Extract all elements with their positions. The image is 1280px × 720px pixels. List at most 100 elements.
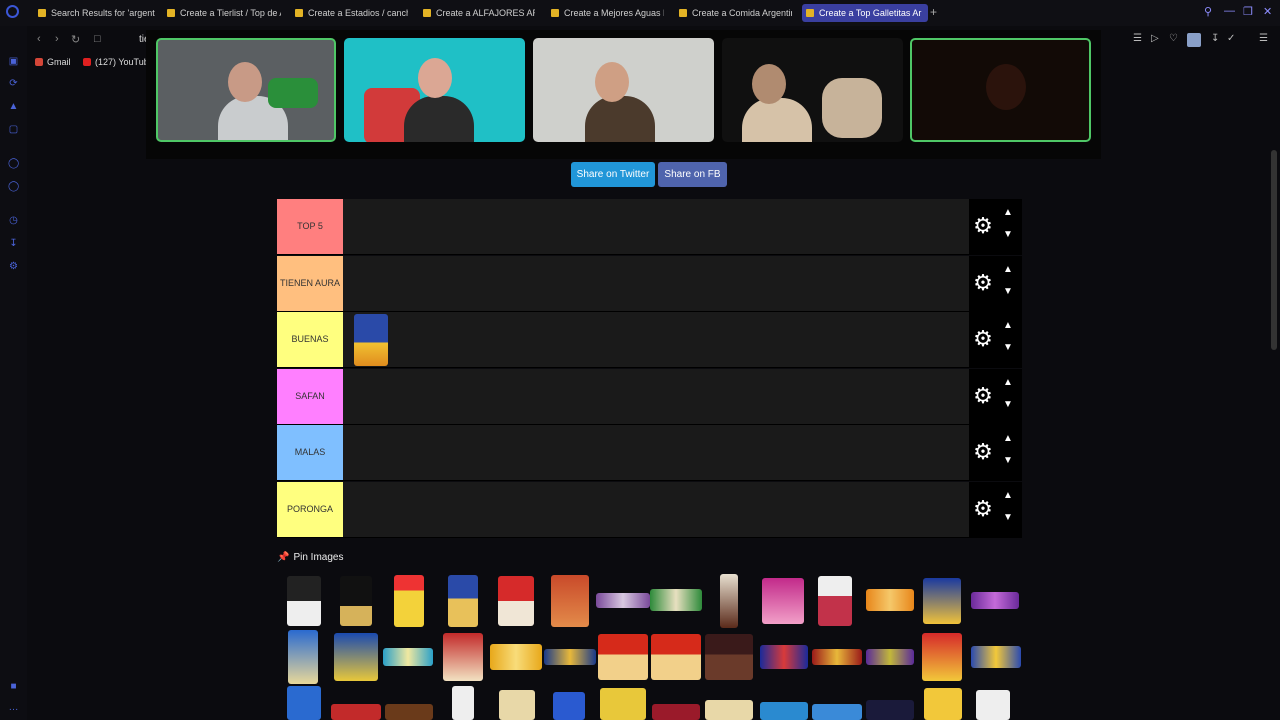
cookie-item[interactable] bbox=[385, 704, 433, 720]
cookie-item[interactable] bbox=[383, 648, 433, 666]
cookie-item[interactable] bbox=[924, 688, 962, 720]
tab-galletitas-active[interactable]: Create a Top Galletitas Ar bbox=[802, 4, 928, 22]
cookie-item[interactable] bbox=[287, 686, 321, 720]
tier-label[interactable]: TIENEN AURA bbox=[277, 256, 343, 311]
tab-tierlist[interactable]: Create a Tierlist / Top de A bbox=[167, 4, 281, 22]
gear-icon[interactable]: ⚙ bbox=[972, 215, 994, 237]
tab-alfajores[interactable]: Create a ALFAJORES ARG bbox=[423, 4, 535, 22]
cookie-item[interactable] bbox=[443, 633, 483, 681]
cookie-item[interactable] bbox=[544, 649, 596, 665]
gear-icon[interactable]: ⚙ bbox=[972, 328, 994, 350]
cookie-item[interactable] bbox=[452, 686, 474, 720]
tier-label[interactable]: SAFAN bbox=[277, 369, 343, 424]
chevron-down-icon[interactable]: ▼ bbox=[1003, 342, 1013, 353]
forward-icon[interactable]: › bbox=[55, 33, 59, 45]
cookie-item[interactable] bbox=[976, 690, 1010, 720]
profile-avatar[interactable] bbox=[1187, 33, 1201, 47]
speed-dial-icon[interactable]: ▲ bbox=[8, 101, 19, 112]
share-facebook-button[interactable]: Share on FB bbox=[658, 162, 727, 187]
cookie-item[interactable] bbox=[866, 649, 914, 665]
tier-label[interactable]: MALAS bbox=[277, 425, 343, 480]
cookie-item[interactable] bbox=[971, 592, 1019, 609]
cookie-item[interactable] bbox=[551, 575, 589, 627]
back-icon[interactable]: ‹ bbox=[37, 33, 41, 45]
cookie-item[interactable] bbox=[705, 634, 753, 680]
cookie-item[interactable] bbox=[448, 575, 478, 627]
cookie-item[interactable] bbox=[760, 702, 808, 720]
gear-icon[interactable]: ⚙ bbox=[972, 441, 994, 463]
history-icon[interactable]: ◷ bbox=[8, 215, 19, 226]
cookie-item[interactable] bbox=[720, 574, 738, 628]
cookie-item[interactable] bbox=[287, 576, 321, 626]
cookie-item[interactable] bbox=[818, 576, 852, 626]
tab-aguas[interactable]: Create a Mejores Aguas M bbox=[551, 4, 664, 22]
chevron-down-icon[interactable]: ▼ bbox=[1003, 286, 1013, 297]
cookie-item[interactable] bbox=[762, 578, 804, 624]
gear-icon[interactable]: ⚙ bbox=[972, 498, 994, 520]
chevron-up-icon[interactable]: ▲ bbox=[1003, 377, 1013, 388]
minimize-icon[interactable]: — bbox=[1224, 5, 1235, 17]
share-twitter-button[interactable]: Share on Twitter bbox=[571, 162, 655, 187]
tab-comida[interactable]: Create a Comida Argentin bbox=[679, 4, 792, 22]
cookie-item[interactable] bbox=[490, 644, 542, 670]
bookmark-gmail[interactable]: Gmail bbox=[35, 57, 71, 67]
cookie-item[interactable] bbox=[760, 645, 808, 669]
cookie-item[interactable] bbox=[498, 576, 534, 626]
settings-icon[interactable]: ⚙ bbox=[8, 261, 19, 272]
tier-item-cookie[interactable] bbox=[354, 314, 388, 366]
chevron-up-icon[interactable]: ▲ bbox=[1003, 207, 1013, 218]
chevron-down-icon[interactable]: ▼ bbox=[1003, 229, 1013, 240]
tier-label[interactable]: PORONGA bbox=[277, 482, 343, 537]
close-window-icon[interactable]: ✕ bbox=[1263, 5, 1272, 18]
cookie-item[interactable] bbox=[866, 700, 914, 720]
cookie-item[interactable] bbox=[650, 589, 702, 611]
player-icon[interactable]: ▷ bbox=[1151, 33, 1159, 44]
new-tab-button[interactable]: + bbox=[930, 5, 937, 19]
cookie-item[interactable] bbox=[812, 704, 862, 720]
page-scrollbar[interactable] bbox=[1271, 150, 1277, 350]
cookie-item[interactable] bbox=[705, 700, 753, 720]
tier-label[interactable]: TOP 5 bbox=[277, 199, 343, 254]
chevron-down-icon[interactable]: ▼ bbox=[1003, 455, 1013, 466]
gear-icon[interactable]: ⚙ bbox=[972, 385, 994, 407]
cookie-item[interactable] bbox=[288, 630, 318, 684]
translate-icon[interactable]: ☰ bbox=[1133, 33, 1142, 44]
cookie-item[interactable] bbox=[600, 688, 646, 720]
cookie-item[interactable] bbox=[812, 649, 862, 665]
workspaces-icon[interactable]: ▣ bbox=[8, 56, 19, 67]
aria-ai-icon[interactable]: ✓ bbox=[1227, 33, 1235, 44]
whatsapp-icon[interactable]: ◯ bbox=[8, 181, 19, 192]
gx-icon[interactable]: ■ bbox=[8, 681, 19, 692]
cookie-item[interactable] bbox=[334, 633, 378, 681]
more-icon[interactable]: … bbox=[8, 702, 19, 713]
heart-icon[interactable]: ♡ bbox=[1169, 33, 1178, 44]
downloads-icon[interactable]: ↧ bbox=[8, 238, 19, 249]
cookie-item[interactable] bbox=[652, 704, 700, 720]
gear-icon[interactable]: ⚙ bbox=[972, 272, 994, 294]
cookie-item[interactable] bbox=[340, 576, 372, 626]
download-icon[interactable]: ↧ bbox=[1211, 33, 1219, 44]
chevron-up-icon[interactable]: ▲ bbox=[1003, 433, 1013, 444]
tab-search-results[interactable]: Search Results for 'argent bbox=[38, 4, 156, 22]
opera-logo-icon[interactable] bbox=[6, 5, 19, 18]
menu-icon[interactable]: ☰ bbox=[1259, 33, 1268, 44]
tab-estadios[interactable]: Create a Estadios / cancha bbox=[295, 4, 408, 22]
messenger-icon[interactable]: ◯ bbox=[8, 158, 19, 169]
aria-icon[interactable]: ⟳ bbox=[8, 78, 19, 89]
cookie-item[interactable] bbox=[553, 692, 585, 720]
bookmarks-icon[interactable]: ▢ bbox=[8, 124, 19, 135]
chevron-up-icon[interactable]: ▲ bbox=[1003, 490, 1013, 501]
chevron-down-icon[interactable]: ▼ bbox=[1003, 512, 1013, 523]
cookie-item[interactable] bbox=[866, 589, 914, 611]
cookie-item[interactable] bbox=[596, 593, 650, 608]
cookie-item[interactable] bbox=[331, 704, 381, 720]
pin-images-heading[interactable]: 📌 Pin Images bbox=[277, 552, 343, 563]
chevron-down-icon[interactable]: ▼ bbox=[1003, 399, 1013, 410]
cookie-item[interactable] bbox=[922, 633, 962, 681]
chevron-up-icon[interactable]: ▲ bbox=[1003, 320, 1013, 331]
tier-label[interactable]: BUENAS bbox=[277, 312, 343, 367]
reload-icon[interactable]: ↻ bbox=[71, 33, 80, 46]
cookie-item[interactable] bbox=[598, 634, 648, 680]
search-tabs-icon[interactable]: ⚲ bbox=[1204, 5, 1212, 18]
chevron-up-icon[interactable]: ▲ bbox=[1003, 264, 1013, 275]
